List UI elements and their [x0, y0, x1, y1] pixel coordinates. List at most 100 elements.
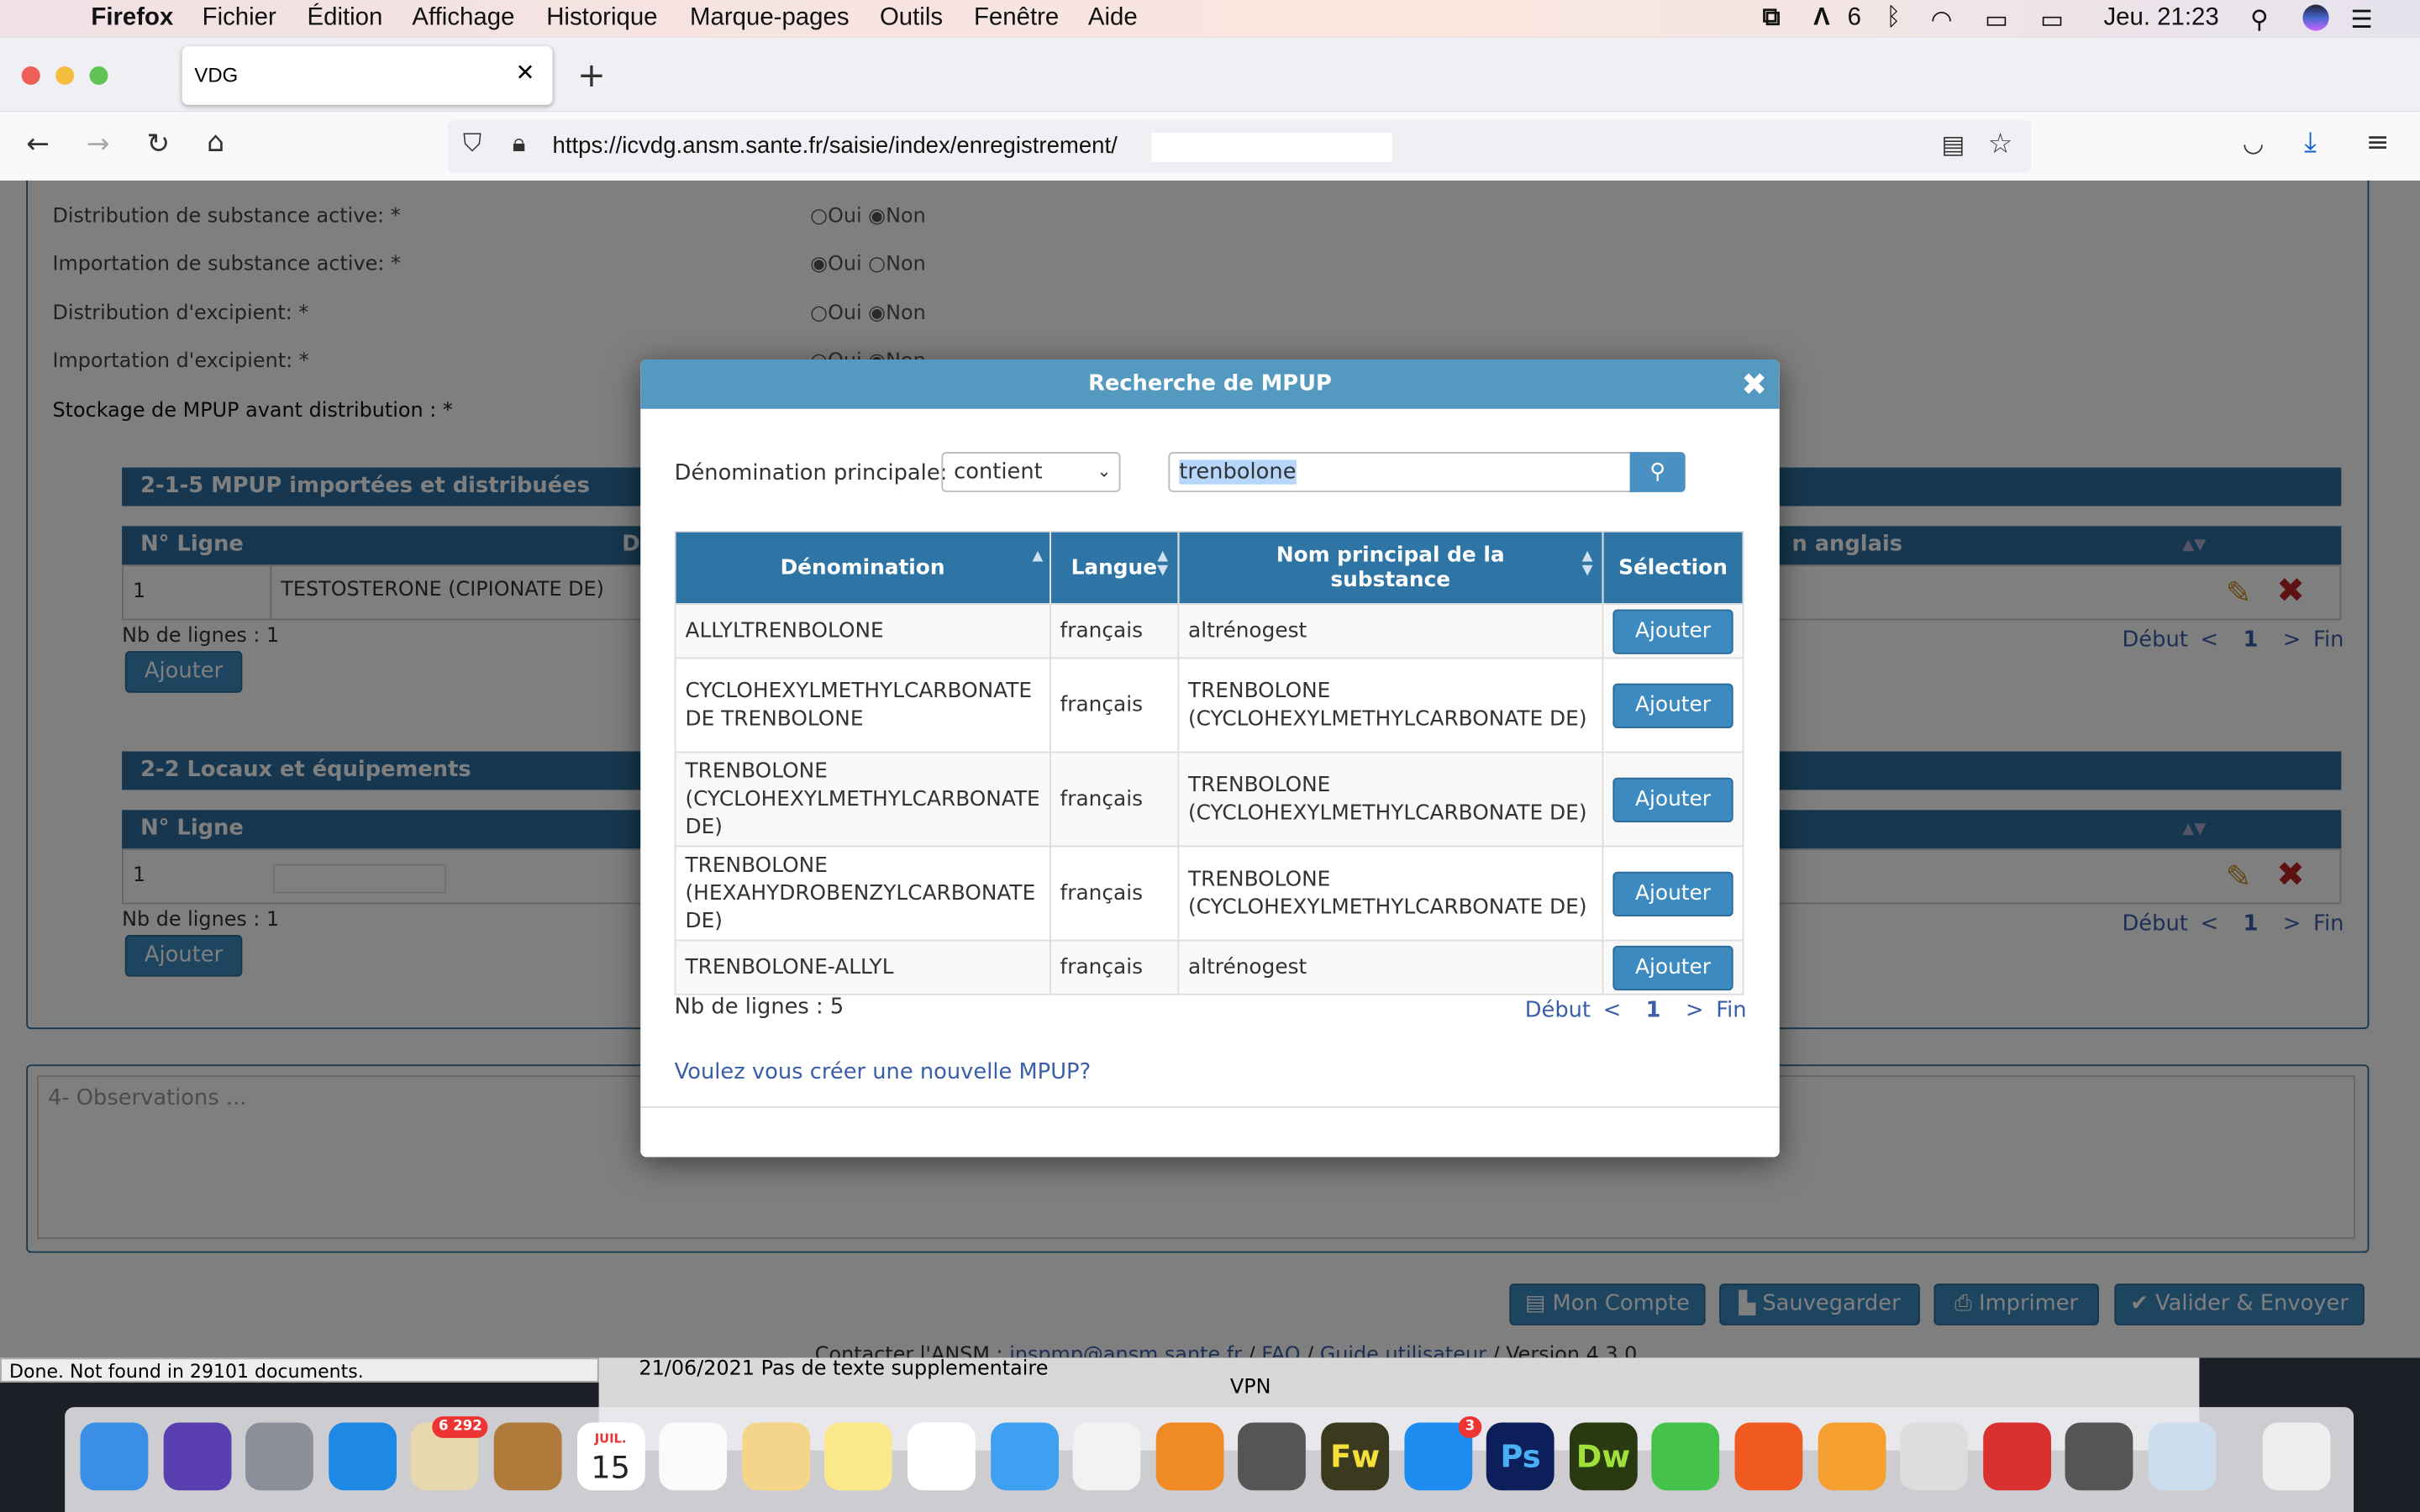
wifi-icon[interactable]: ◠ [1931, 5, 1953, 36]
dock-app-store-icon[interactable]: 3 [1403, 1416, 1481, 1491]
dock-finder-icon[interactable] [80, 1422, 149, 1491]
menu-edition[interactable]: Édition [308, 5, 383, 33]
cell-langue: français [1049, 751, 1179, 848]
operator-select[interactable]: contient ⌄ [941, 452, 1121, 492]
reload-icon[interactable]: ↻ [146, 128, 170, 160]
lock-icon[interactable]: 🔒︎ [513, 128, 526, 159]
dock-calendrier-icon[interactable]: JUIL. 15 [576, 1422, 645, 1491]
dock-facetime-icon[interactable] [1652, 1422, 1720, 1491]
new-tab-icon[interactable]: + [577, 57, 606, 96]
menu-affichage[interactable]: Affichage [412, 5, 514, 33]
ajouter-button[interactable]: Ajouter [1612, 945, 1733, 990]
dock-livres-icon[interactable] [1155, 1422, 1224, 1491]
ajouter-button[interactable]: Ajouter [1612, 776, 1733, 822]
url-text[interactable]: https://icvdg.ansm.sante.fr/saisie/index… [553, 133, 1118, 159]
page-next[interactable]: > [1686, 998, 1704, 1022]
page-prev[interactable]: < [1603, 998, 1622, 1022]
mail-badge: 6 292 [432, 1416, 489, 1438]
tab-title: VDG [194, 63, 239, 87]
dock-corbeille-icon[interactable] [2261, 1422, 2330, 1491]
tab-vdg[interactable]: VDG ✕ [182, 46, 553, 105]
cell-selection: Ajouter [1602, 603, 1744, 659]
dock-notes-icon[interactable] [824, 1422, 893, 1491]
menu-fenetre[interactable]: Fenêtre [974, 5, 1059, 33]
dock-safari-icon[interactable] [328, 1422, 397, 1491]
reader-view-icon[interactable]: ▤ [1942, 129, 1965, 159]
shield-icon[interactable]: ⛉ [463, 128, 481, 159]
dock-firefox-icon[interactable] [1734, 1422, 1803, 1491]
result-count: Nb de lignes : 5 [674, 995, 844, 1021]
chevron-down-icon: ⌄ [1097, 461, 1112, 482]
close-window-button[interactable] [21, 66, 40, 86]
dock-pages-icon[interactable] [1817, 1422, 1886, 1491]
downloads-icon[interactable]: ⤓ [2304, 127, 2317, 160]
zoom-window-button[interactable] [89, 66, 108, 86]
minimize-window-button[interactable] [55, 66, 75, 86]
dock-musique-icon[interactable] [1072, 1422, 1141, 1491]
col-label: Dénomination [780, 555, 945, 580]
dock-mail-icon[interactable]: 6 292 [411, 1416, 489, 1491]
pocket-icon[interactable]: ◡ [2243, 128, 2265, 157]
menu-fichier[interactable]: Fichier [203, 5, 276, 33]
menu-app-name[interactable]: Firefox [91, 5, 173, 33]
dock-photoshop-icon[interactable]: Ps [1486, 1422, 1555, 1491]
menu-marque-pages[interactable]: Marque-pages [690, 5, 849, 33]
dock-photos-icon[interactable] [908, 1422, 976, 1491]
search-button[interactable]: ⚲ [1629, 452, 1686, 492]
dock-imprimante-icon[interactable] [1900, 1422, 1969, 1491]
airplay-icon[interactable]: ▭ [1985, 5, 2008, 36]
adobe-count: 6 [1847, 4, 1861, 31]
app-menu-icon[interactable]: ≡ [2366, 127, 2390, 160]
dock-pr-f-rences-syst-me-icon[interactable] [1238, 1422, 1307, 1491]
dock-contacts-icon[interactable] [493, 1422, 562, 1491]
forward-icon[interactable]: → [87, 128, 110, 160]
status-app-icon[interactable]: ⧉ [1763, 5, 1781, 33]
dock-aper-u-photo-icon[interactable] [2148, 1422, 2217, 1491]
menu-aide[interactable]: Aide [1088, 5, 1138, 33]
create-mpup-link[interactable]: Voulez vous créer une nouvelle MPUP? [675, 1060, 1092, 1084]
col-denomination[interactable]: Dénomination ▲ [674, 530, 1051, 606]
dock-aper-u-icon[interactable] [742, 1422, 810, 1491]
dock-fireworks-icon[interactable]: Fw [1321, 1422, 1390, 1491]
dock-messages-icon[interactable] [990, 1422, 1059, 1491]
cell-denomination: TRENBOLONE (HEXAHYDROBENZYLCARBONATE DE) [674, 845, 1051, 942]
spotlight-icon[interactable]: ⚲ [2250, 5, 2269, 36]
sort-icon[interactable]: ▲▼ [1157, 550, 1168, 579]
page-number[interactable]: 1 [1646, 998, 1661, 1022]
ajouter-button[interactable]: Ajouter [1612, 870, 1733, 916]
bookmark-star-icon[interactable]: ☆ [1988, 128, 2013, 160]
bg-text: Pas de texte supplementaire [760, 1357, 1049, 1381]
menu-historique[interactable]: Historique [546, 5, 657, 33]
control-center-icon[interactable]: ☰ [2350, 5, 2372, 36]
menu-outils[interactable]: Outils [880, 5, 943, 33]
bluetooth-icon[interactable]: ᛒ [1886, 5, 1901, 33]
col-langue[interactable]: Langue ▲ ▼ [1049, 530, 1179, 606]
back-icon[interactable]: ← [26, 128, 50, 160]
clock[interactable]: Jeu. 21:23 [2103, 5, 2218, 33]
search-input[interactable]: trenbolone [1168, 452, 1641, 492]
ajouter-button[interactable]: Ajouter [1612, 682, 1733, 728]
close-modal-icon[interactable]: ✖ [1741, 360, 1767, 409]
url-bar[interactable]: ⛉ 🔒︎ https://icvdg.ansm.sante.fr/saisie/… [447, 120, 2032, 173]
sort-asc-icon[interactable]: ▲ [1033, 550, 1044, 565]
page-first[interactable]: Début [1525, 998, 1591, 1022]
cell-denomination: CYCLOHEXYLMETHYLCARBONATE DE TRENBOLONE [674, 657, 1051, 753]
adobe-icon[interactable]: Λ [1813, 5, 1830, 33]
dock-launchpad-icon[interactable] [245, 1422, 314, 1491]
result-row: TRENBOLONE-ALLYL français altrénogest Aj… [674, 939, 1744, 995]
cell-selection: Ajouter [1602, 751, 1744, 848]
dock-expensify-icon[interactable] [1982, 1422, 2051, 1491]
battery-icon[interactable]: ▭ [2040, 5, 2064, 36]
result-row: TRENBOLONE (HEXAHYDROBENZYLCARBONATE DE)… [674, 845, 1744, 942]
dock-rappels-icon[interactable] [659, 1422, 728, 1491]
ajouter-button[interactable]: Ajouter [1612, 608, 1733, 654]
dock-dreamweaver-icon[interactable]: Dw [1569, 1422, 1638, 1491]
siri-icon[interactable] [2302, 4, 2329, 31]
dock-siri-icon[interactable] [162, 1422, 231, 1491]
sort-icon[interactable]: ▲▼ [1582, 550, 1593, 579]
dock-calculette-icon[interactable] [2065, 1422, 2134, 1491]
page-last[interactable]: Fin [1716, 998, 1746, 1022]
home-icon[interactable]: ⌂ [207, 127, 224, 160]
close-tab-icon[interactable]: ✕ [515, 59, 534, 87]
col-substance[interactable]: Nom principal de la substance ▲ ▼ [1177, 530, 1604, 606]
